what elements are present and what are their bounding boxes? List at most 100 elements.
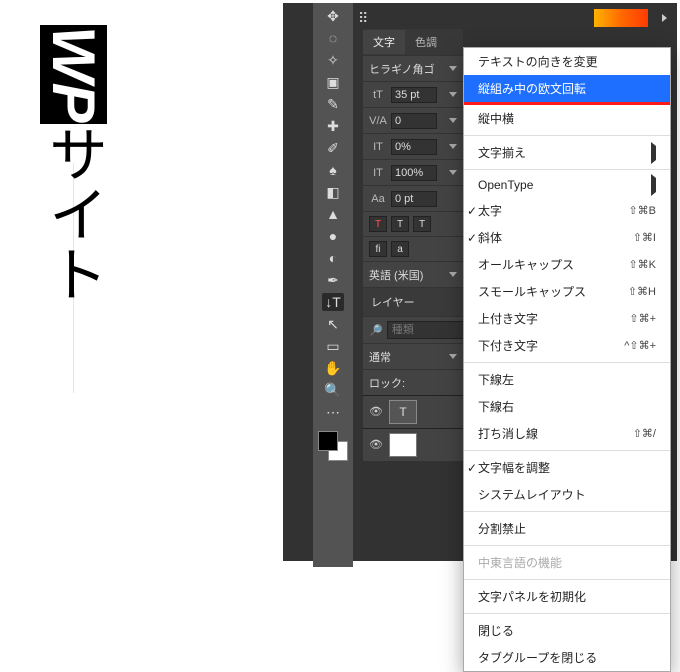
vscale-input[interactable]	[391, 165, 437, 181]
right-panels: 文字 色調 ヒラギノ角ゴ tT V/A IT IT Aa T T T fi a …	[363, 29, 463, 461]
tab-character[interactable]: 文字	[363, 30, 405, 54]
vscale-row: IT	[363, 159, 463, 185]
heal-tool-icon[interactable]: ✚	[322, 117, 344, 135]
menu-fractional-widths[interactable]: ✓文字幅を調整	[464, 454, 670, 481]
layer-thumbnail-text[interactable]: T	[389, 400, 417, 424]
unselected-text: サイト	[40, 124, 107, 304]
crop-tool-icon[interactable]: ▣	[322, 73, 344, 91]
chevron-down-icon[interactable]	[449, 144, 457, 149]
stamp-tool-icon[interactable]: ♠	[322, 161, 344, 179]
rect-tool-icon[interactable]: ▭	[322, 337, 344, 355]
faux-bold-button[interactable]: T	[369, 216, 387, 232]
menu-separator	[464, 362, 670, 363]
chevron-down-icon[interactable]	[449, 170, 457, 175]
menu-system-layout[interactable]: システムレイアウト	[464, 481, 670, 508]
submenu-arrow-icon	[651, 174, 656, 196]
hand-tool-icon[interactable]: ✋	[322, 359, 344, 377]
menu-subscript[interactable]: 下付き文字^⇧⌘+	[464, 332, 670, 359]
chevron-down-icon[interactable]	[449, 66, 457, 71]
layer-thumbnail-bg[interactable]	[389, 433, 417, 457]
gradient-tool-icon[interactable]: ▲	[322, 205, 344, 223]
menu-strikethrough[interactable]: 打ち消し線⇧⌘/	[464, 420, 670, 447]
more-tool-icon[interactable]: ⋯	[322, 403, 344, 421]
menu-italic[interactable]: ✓斜体⇧⌘I	[464, 224, 670, 251]
lasso-tool-icon[interactable]: ◌	[322, 29, 344, 47]
menu-bold[interactable]: ✓太字⇧⌘B	[464, 197, 670, 224]
menu-underline-left[interactable]: 下線左	[464, 366, 670, 393]
selected-text: WP	[40, 25, 107, 124]
menu-separator	[464, 613, 670, 614]
vertical-text[interactable]: WPサイト	[43, 25, 103, 304]
menu-separator	[464, 135, 670, 136]
menu-char-align[interactable]: 文字揃え	[464, 139, 670, 166]
menu-smallcaps[interactable]: スモールキャップス⇧⌘H	[464, 278, 670, 305]
menu-close-tab-group[interactable]: タブグループを閉じる	[464, 644, 670, 671]
chevron-down-icon[interactable]	[449, 92, 457, 97]
wand-tool-icon[interactable]: ✧	[322, 51, 344, 69]
menu-close[interactable]: 閉じる	[464, 617, 670, 644]
menu-underline-right[interactable]: 下線右	[464, 393, 670, 420]
font-size-row: tT	[363, 81, 463, 107]
font-family-value: ヒラギノ角ゴ	[369, 61, 435, 77]
tools-panel: ✥ ◌ ✧ ▣ ✎ ✚ ✐ ♠ ◧ ▲ ● ◐ ✒ ↓T ↖ ▭ ✋ 🔍 ⋯	[313, 3, 353, 567]
menu-separator	[464, 511, 670, 512]
faux-italic-button[interactable]: T	[391, 216, 409, 232]
menu-reset-panel[interactable]: 文字パネルを初期化	[464, 583, 670, 610]
menu-superscript[interactable]: 上付き文字⇧⌘+	[464, 305, 670, 332]
menu-rotate-halfwidth[interactable]: 縦組み中の欧文回転	[464, 75, 670, 105]
chevron-down-icon[interactable]	[449, 354, 457, 359]
blend-mode-row[interactable]: 通常	[363, 343, 463, 369]
canvas-area[interactable]: WPサイト	[3, 3, 283, 567]
chevron-down-icon[interactable]	[449, 118, 457, 123]
baseline-icon: Aa	[369, 193, 387, 205]
pen-tool-icon[interactable]: ✒	[322, 271, 344, 289]
menu-opentype[interactable]: OpenType	[464, 173, 670, 197]
color-swatch[interactable]	[318, 431, 348, 461]
layers-panel-header[interactable]: レイヤー	[363, 287, 463, 316]
brush-tool-icon[interactable]: ✐	[322, 139, 344, 157]
ligature-button[interactable]: fi	[369, 241, 387, 257]
dodge-tool-icon[interactable]: ◐	[322, 249, 344, 267]
visibility-icon[interactable]: 👁	[369, 405, 383, 419]
search-icon: 🔎	[369, 324, 383, 337]
chevron-down-icon[interactable]	[449, 272, 457, 277]
kerning-input[interactable]	[391, 113, 437, 129]
menu-separator	[464, 450, 670, 451]
foreground-color-swatch[interactable]	[318, 431, 338, 451]
path-tool-icon[interactable]: ↖	[322, 315, 344, 333]
tracking-input[interactable]	[391, 139, 437, 155]
check-icon: ✓	[467, 231, 477, 245]
panel-menu-dots-icon[interactable]: ⠿	[358, 10, 370, 27]
zoom-tool-icon[interactable]: 🔍	[322, 381, 344, 399]
vertical-type-tool-icon[interactable]: ↓T	[322, 293, 344, 311]
language-row[interactable]: 英語 (米国)	[363, 261, 463, 287]
layers-title: レイヤー	[371, 294, 415, 310]
flyout-triangle-icon[interactable]	[662, 14, 667, 22]
eraser-tool-icon[interactable]: ◧	[322, 183, 344, 201]
eyedropper-tool-icon[interactable]: ✎	[322, 95, 344, 113]
menu-no-break[interactable]: 分割禁止	[464, 515, 670, 542]
font-size-icon: tT	[369, 89, 387, 101]
menu-middle-eastern: 中東言語の機能	[464, 549, 670, 576]
move-tool-icon[interactable]: ✥	[322, 7, 344, 25]
blend-mode-value: 通常	[369, 349, 391, 365]
submenu-arrow-icon	[651, 142, 656, 164]
blur-tool-icon[interactable]: ●	[322, 227, 344, 245]
vscale-icon: IT	[369, 167, 387, 179]
menu-separator	[464, 169, 670, 170]
menu-allcaps[interactable]: オールキャップス⇧⌘K	[464, 251, 670, 278]
tab-other[interactable]: 色調	[405, 30, 447, 54]
menu-tatechuyoko[interactable]: 縦中横	[464, 105, 670, 132]
visibility-icon[interactable]: 👁	[369, 438, 383, 452]
warning-swatch	[594, 9, 648, 27]
font-size-input[interactable]	[391, 87, 437, 103]
baseline-input[interactable]	[391, 191, 437, 207]
layer-filter-row: 🔎	[363, 316, 463, 343]
font-family-row[interactable]: ヒラギノ角ゴ	[363, 55, 463, 81]
allcaps-button[interactable]: T	[413, 216, 431, 232]
layer-row-bg[interactable]: 👁	[363, 428, 463, 461]
menu-change-orientation[interactable]: テキストの向きを変更	[464, 48, 670, 75]
options-bar: ⠿	[358, 5, 667, 31]
layer-row-text[interactable]: 👁 T	[363, 395, 463, 428]
stylistic-button[interactable]: a	[391, 241, 409, 257]
